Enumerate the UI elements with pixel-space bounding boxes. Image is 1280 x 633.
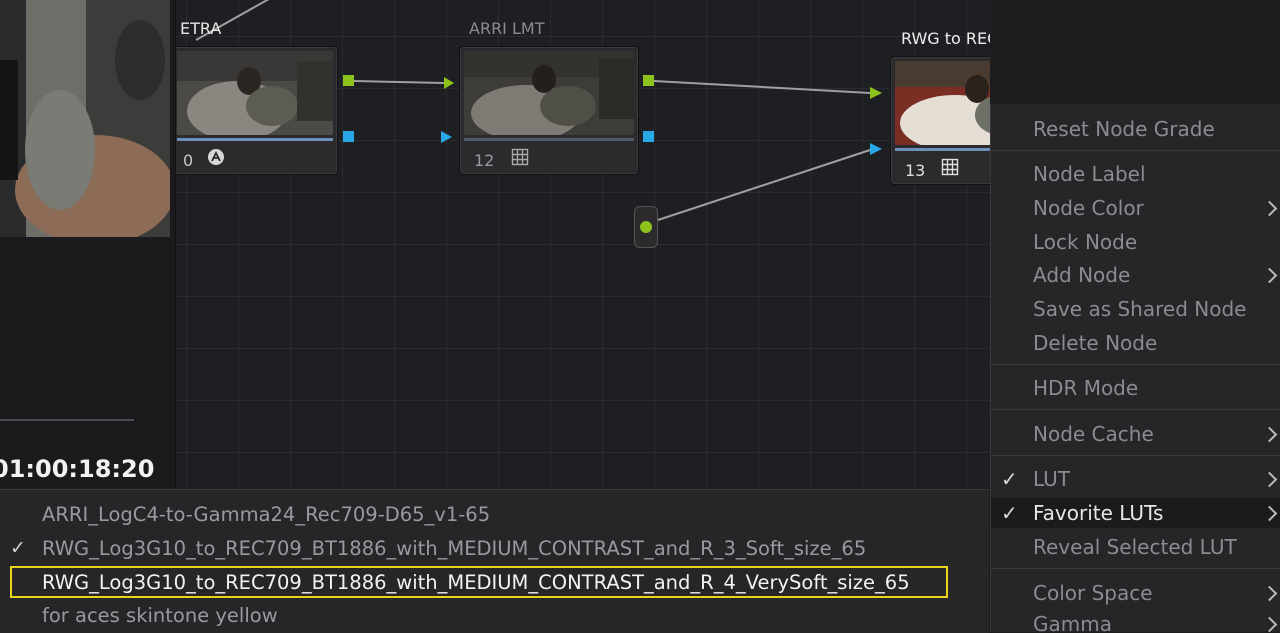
chevron-right-icon <box>1261 267 1278 283</box>
menu-separator <box>991 409 1280 410</box>
node-etra[interactable]: 0 <box>176 46 338 175</box>
menu-item-label: Color Space <box>1033 581 1153 605</box>
menu-item-favorite-luts[interactable]: ✓ Favorite LUTs <box>991 498 1280 528</box>
node-context-menu: Reset Node Grade Node Label Node Color L… <box>990 104 1280 632</box>
favorite-luts-submenu: ARRI_LogC4-to-Gamma24_Rec709-D65_v1-65 ✓… <box>0 489 989 633</box>
menu-item-label: HDR Mode <box>1033 376 1139 400</box>
lut-grid-icon <box>941 158 959 180</box>
menu-item-hdr-mode[interactable]: HDR Mode <box>991 373 1280 403</box>
node-thumbnail <box>177 51 333 135</box>
menu-item-gamma[interactable]: Gamma <box>991 609 1280 632</box>
node-arri-lmt[interactable]: 12 <box>459 46 639 175</box>
menu-separator <box>991 568 1280 569</box>
chevron-right-icon <box>1261 616 1278 632</box>
node-number: 13 <box>905 161 926 180</box>
menu-item-label: Gamma <box>1033 612 1112 632</box>
menu-item-label: Lock Node <box>1033 230 1138 254</box>
selection-highlight-box <box>10 566 948 598</box>
menu-item-add-node[interactable]: Add Node <box>991 260 1280 290</box>
node-label-etra: ETRA <box>180 19 222 38</box>
chevron-right-icon <box>1261 585 1278 601</box>
node-label-arri-lmt: ARRI LMT <box>469 19 545 38</box>
menu-item-label: Node Color <box>1033 196 1144 220</box>
menu-item-label: LUT <box>1033 467 1071 491</box>
menu-item-label: Add Node <box>1033 263 1131 287</box>
checkmark-icon: ✓ <box>10 537 26 559</box>
lut-grid-icon <box>511 148 529 170</box>
menu-item-label: Node Label <box>1033 162 1146 186</box>
node-label-rwg-to-rec709: RWG to REC709 <box>901 29 990 48</box>
viewer-panel: 01:00:18:20 <box>0 0 176 488</box>
menu-item-color-space[interactable]: Color Space <box>991 578 1280 608</box>
menu-item-label: Save as Shared Node <box>1033 297 1247 321</box>
node-output-port-rgb[interactable] <box>643 75 654 86</box>
viewer-image <box>0 0 170 237</box>
node-bar <box>895 148 990 151</box>
menu-separator <box>991 455 1280 456</box>
menu-item-reset-node-grade[interactable]: Reset Node Grade <box>991 114 1280 144</box>
menu-separator <box>991 150 1280 151</box>
menu-separator <box>991 364 1280 365</box>
menu-item-label: Reveal Selected LUT <box>1033 535 1237 559</box>
chevron-right-icon <box>1261 505 1278 521</box>
lut-item-label: RWG_Log3G10_to_REC709_BT1886_with_MEDIUM… <box>42 536 867 560</box>
node-thumbnail <box>464 51 634 135</box>
node-graph[interactable]: ETRA 0 ARRI LMT 12 RWG to RE 13 <box>176 0 990 488</box>
node-output-port-alpha[interactable] <box>643 131 654 142</box>
menu-item-label: Delete Node <box>1033 331 1158 355</box>
input-arrow-icon <box>870 143 882 155</box>
lut-item-arri-logc4[interactable]: ARRI_LogC4-to-Gamma24_Rec709-D65_v1-65 <box>0 497 490 531</box>
menu-item-node-label[interactable]: Node Label <box>991 159 1280 189</box>
menu-item-node-cache[interactable]: Node Cache <box>991 419 1280 449</box>
menu-item-label: Node Cache <box>1033 422 1154 446</box>
chevron-right-icon <box>1261 200 1278 216</box>
menu-item-lock-node[interactable]: Lock Node <box>991 227 1280 257</box>
menu-item-delete-node[interactable]: Delete Node <box>991 328 1280 358</box>
menu-item-label: Reset Node Grade <box>1033 117 1215 141</box>
node-number: 0 <box>183 151 194 170</box>
connector-dot <box>640 221 652 233</box>
checkmark-icon: ✓ <box>1001 467 1018 491</box>
input-arrow-icon <box>444 77 454 89</box>
node-number: 12 <box>474 151 495 170</box>
chevron-right-icon <box>1261 471 1278 487</box>
menu-item-reveal-selected-lut[interactable]: Reveal Selected LUT <box>991 532 1280 562</box>
node-bar <box>464 138 634 141</box>
lut-item-label: ARRI_LogC4-to-Gamma24_Rec709-D65_v1-65 <box>42 502 491 526</box>
lut-item-label: for aces skintone yellow <box>42 603 278 627</box>
menu-item-label: Favorite LUTs <box>1033 501 1164 525</box>
chevron-right-icon <box>1261 426 1278 442</box>
input-arrow-icon <box>441 131 452 143</box>
menu-item-node-color[interactable]: Node Color <box>991 193 1280 223</box>
checkmark-icon: ✓ <box>1001 501 1018 525</box>
fx-icon <box>207 148 225 170</box>
input-arrow-icon <box>870 87 882 99</box>
node-bar <box>177 138 333 141</box>
menu-item-lut[interactable]: ✓ LUT <box>991 464 1280 494</box>
lut-item-rwg-r3-soft[interactable]: ✓ RWG_Log3G10_to_REC709_BT1886_with_MEDIU… <box>0 531 866 565</box>
node-input-connector[interactable] <box>634 206 658 248</box>
lut-item-aces-skintone-yellow[interactable]: for aces skintone yellow <box>0 598 278 632</box>
viewer-scrub-bar[interactable] <box>0 419 134 421</box>
timecode: 01:00:18:20 <box>0 455 155 483</box>
node-output-port-alpha[interactable] <box>343 131 354 142</box>
node-rwg-to-rec709[interactable]: 13 <box>890 56 990 185</box>
node-output-port-rgb[interactable] <box>343 75 354 86</box>
node-thumbnail <box>895 61 990 145</box>
menu-item-save-as-shared-node[interactable]: Save as Shared Node <box>991 294 1280 324</box>
